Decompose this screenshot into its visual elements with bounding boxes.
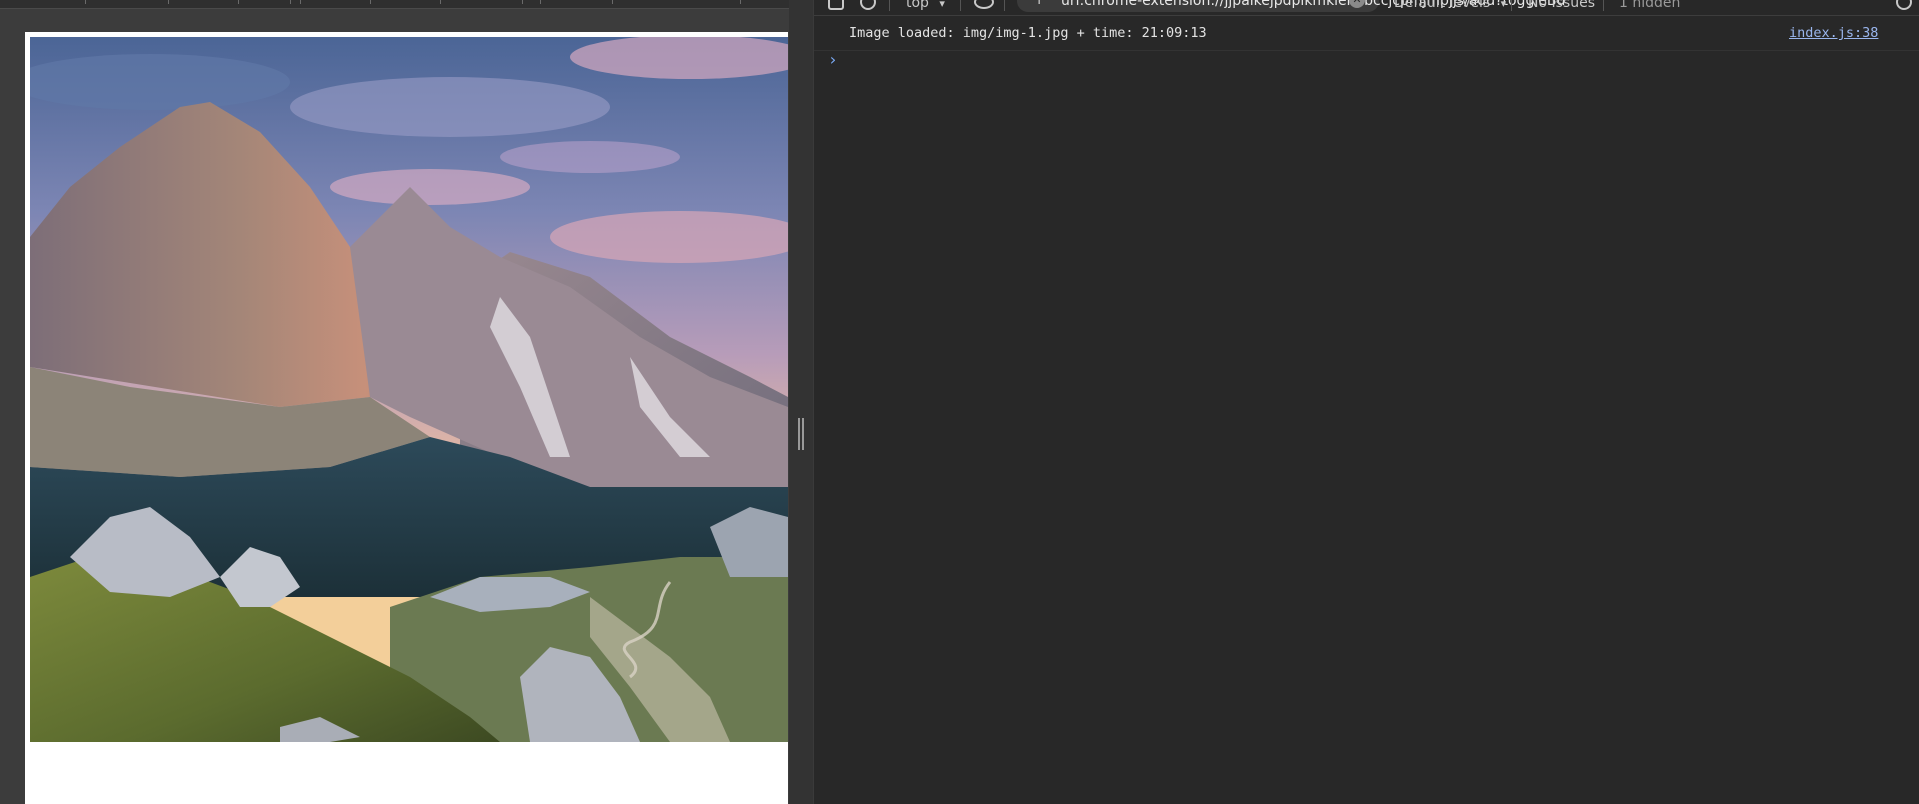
- panel-toggle-icon[interactable]: [828, 0, 844, 10]
- log-levels-dropdown[interactable]: Default levels ▾: [1394, 0, 1506, 13]
- settings-gear-icon[interactable]: [1896, 0, 1912, 10]
- mountain-landscape-image: [30, 37, 788, 742]
- filter-input[interactable]: f url:chrome-extension://jjpaikejpdpikmk…: [1017, 0, 1565, 12]
- context-selector[interactable]: top ▾: [906, 0, 945, 13]
- panel-resize-handle[interactable]: [789, 0, 813, 804]
- console-message-text: Image loaded: img/img-1.jpg + time: 21:0…: [849, 25, 1207, 41]
- hidden-count: 1 hidden: [1619, 0, 1680, 13]
- issues-label: No Issues: [1528, 0, 1595, 11]
- page-viewport: [0, 0, 813, 804]
- toolbar-separator: [1603, 0, 1604, 11]
- live-expression-eye-icon[interactable]: [974, 0, 994, 9]
- hidden-label: 1 hidden: [1619, 0, 1681, 11]
- chevron-down-icon: ▾: [939, 0, 945, 10]
- chevron-down-icon: ▾: [1500, 0, 1507, 10]
- toolbar-separator: [960, 0, 961, 11]
- rendered-page: [25, 32, 788, 804]
- devtools-panel: top ▾ f url:chrome-extension://jjpaikejp…: [814, 0, 1919, 804]
- chevron-right-icon: ›: [828, 50, 838, 69]
- app-window: top ▾ f url:chrome-extension://jjpaikejp…: [0, 0, 1919, 804]
- filter-icon: f: [1037, 0, 1042, 8]
- log-levels-label: Default levels: [1394, 0, 1491, 11]
- clear-console-icon[interactable]: [860, 0, 876, 10]
- mountain-photo: [30, 37, 788, 742]
- toolbar-separator: [889, 0, 890, 11]
- console-input[interactable]: [849, 52, 1899, 70]
- issues-button[interactable]: No Issues: [1528, 0, 1595, 13]
- source-link[interactable]: index.js:38: [1789, 25, 1878, 41]
- context-label: top: [906, 0, 929, 11]
- toolbar-separator: [1004, 0, 1005, 11]
- resize-grip-icon[interactable]: [798, 418, 804, 450]
- console-message: Image loaded: img/img-1.jpg + time: 21:0…: [814, 16, 1919, 51]
- console-toolbar: top ▾ f url:chrome-extension://jjpaikejp…: [814, 0, 1919, 16]
- ruler: [0, 0, 813, 9]
- toolbar-separator: [1511, 0, 1512, 11]
